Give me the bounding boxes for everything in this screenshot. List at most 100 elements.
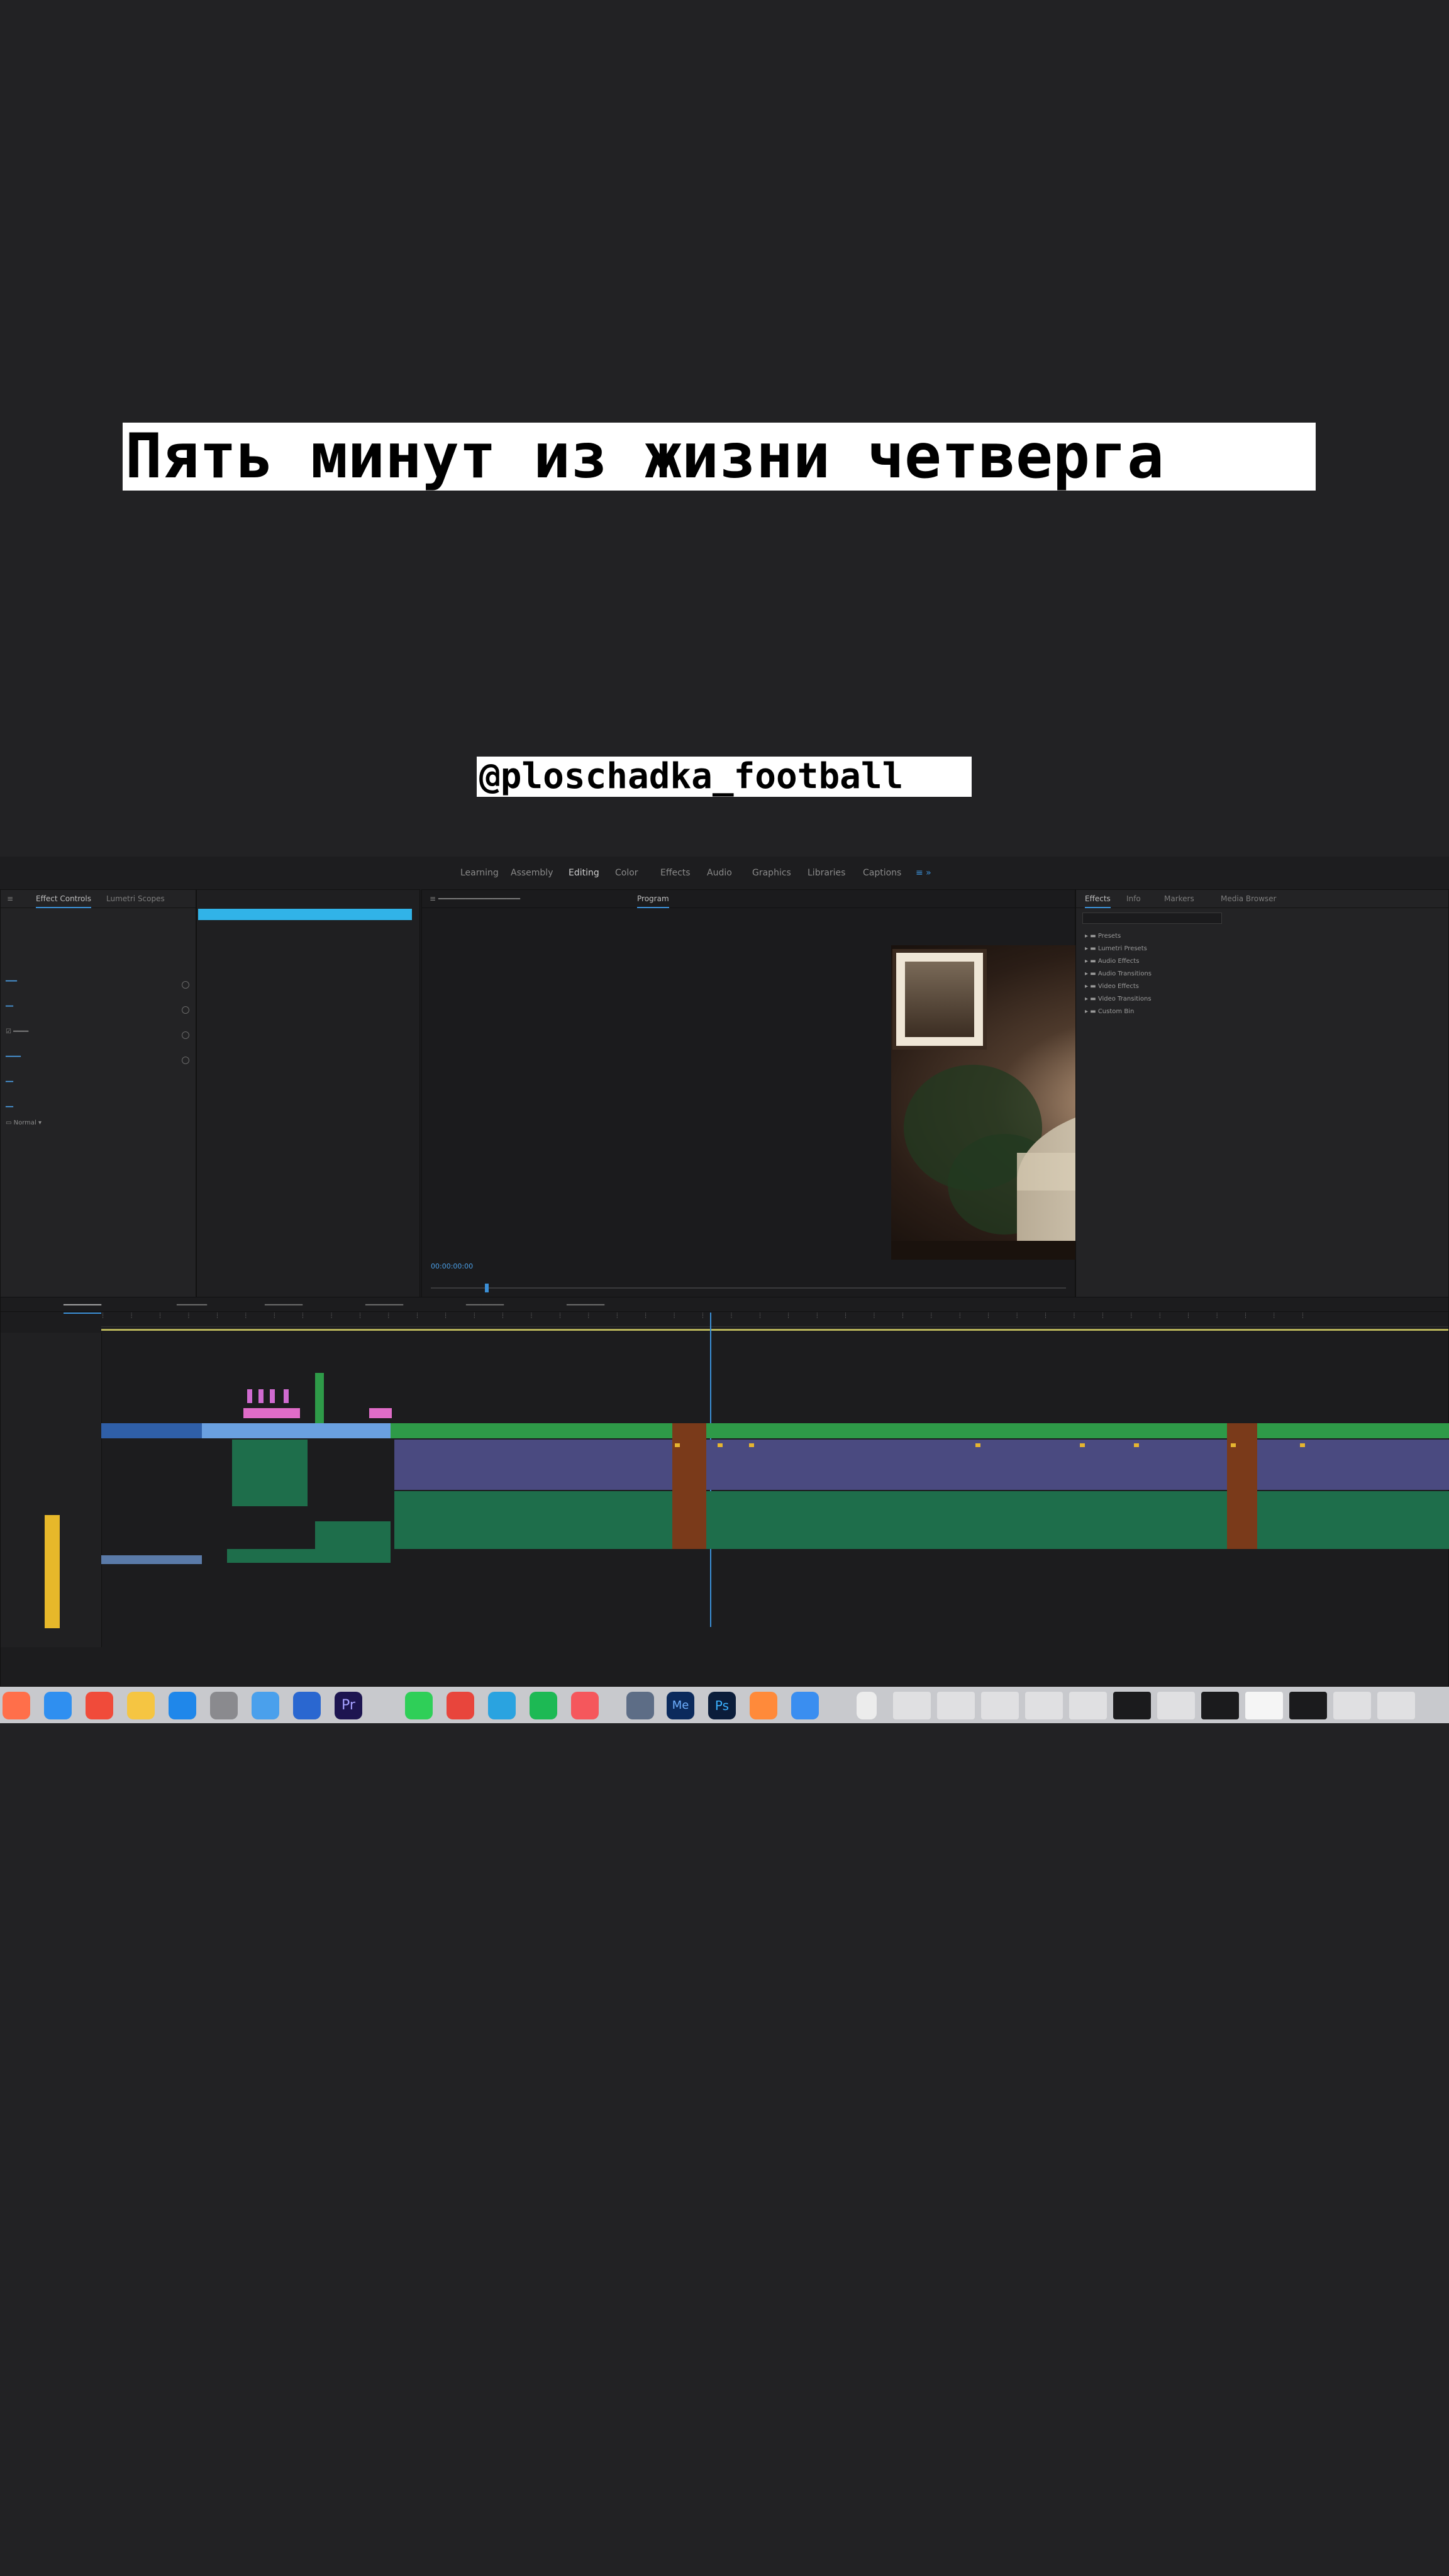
workspace-tab[interactable]: Graphics [752, 868, 791, 878]
audio-clip[interactable] [394, 1491, 672, 1549]
tab-media-browser[interactable]: Media Browser [1221, 894, 1276, 903]
effects-folder[interactable]: ▸ ▬ Audio Effects [1085, 955, 1152, 968]
clip-marker[interactable] [1300, 1443, 1305, 1447]
workspace-tab[interactable]: Audio [707, 868, 732, 878]
workspace-tab[interactable]: Libraries [808, 868, 845, 878]
tab-sequence[interactable]: ━━━━━━━━━━ [265, 1302, 303, 1309]
appstore-icon[interactable] [169, 1692, 196, 1719]
effects-folder[interactable]: ▸ ▬ Presets [1085, 930, 1152, 943]
program-playhead[interactable] [485, 1284, 489, 1292]
audio-clip[interactable] [232, 1440, 308, 1506]
graphic-clip[interactable] [270, 1389, 275, 1403]
reset-icon[interactable] [182, 1057, 189, 1064]
minimized-window[interactable] [1377, 1692, 1415, 1719]
minimized-window[interactable] [893, 1692, 931, 1719]
tab-info[interactable]: Info [1126, 894, 1141, 903]
minimized-window[interactable] [1289, 1692, 1327, 1719]
whatsapp-icon[interactable] [405, 1692, 433, 1719]
video-clip[interactable] [202, 1423, 391, 1438]
tab-source[interactable]: ≡ [7, 894, 13, 903]
maps-icon[interactable] [252, 1692, 279, 1719]
transition-block[interactable] [1227, 1423, 1257, 1549]
program-scrubber[interactable] [431, 1287, 1066, 1289]
ec-clip-bar[interactable] [198, 909, 412, 920]
workspace-tab[interactable]: Learning [460, 868, 499, 878]
reset-icon[interactable] [182, 1006, 189, 1014]
calendar-icon[interactable] [86, 1692, 113, 1719]
tab-program[interactable]: Program [637, 894, 669, 908]
audio-track-targets[interactable] [45, 1515, 60, 1628]
minimized-window[interactable] [1201, 1692, 1239, 1719]
premiere-icon[interactable]: Pr [335, 1692, 362, 1719]
workspace-menu-icon[interactable]: ≡ » [916, 868, 931, 878]
audio-clip[interactable] [315, 1521, 391, 1549]
minimized-window[interactable] [981, 1692, 1019, 1719]
program-timecode[interactable]: 00:00:00:00 [431, 1262, 473, 1270]
media-encoder-icon[interactable]: Me [667, 1692, 694, 1719]
tab-sequence[interactable]: ━━━━━━━━━━ [466, 1302, 504, 1309]
graphic-clip[interactable] [247, 1389, 252, 1403]
clip-marker[interactable] [975, 1443, 980, 1447]
preview-icon[interactable] [626, 1692, 654, 1719]
audio-clip[interactable] [706, 1440, 1227, 1490]
video-track-v1[interactable] [391, 1423, 1449, 1438]
audio-clip[interactable] [1257, 1491, 1449, 1549]
workspace-tab[interactable]: Effects [660, 868, 691, 878]
tab-markers[interactable]: Markers [1164, 894, 1194, 903]
tab-sequence[interactable]: ━━━━━━━━ [177, 1302, 207, 1309]
effects-folder[interactable]: ▸ ▬ Video Effects [1085, 980, 1152, 993]
minimized-window[interactable] [937, 1692, 975, 1719]
settings-icon[interactable] [210, 1692, 238, 1719]
time-ruler[interactable]: ┊┊┊┊┊┊┊┊┊┊┊┊┊┊┊┊┊┊┊┊┊┊┊┊┊┊┊┊┊┊┊┊┊┊┊┊┊┊┊┊… [101, 1313, 1448, 1327]
minimized-window[interactable] [1157, 1692, 1195, 1719]
workspace-tab[interactable]: Captions [863, 868, 901, 878]
tab-sequence[interactable]: ━━━━━━━━━━ [64, 1302, 102, 1314]
tab-sequence[interactable]: ━━━━━━━━━━ [365, 1302, 403, 1309]
tab-effects[interactable]: Effects [1085, 894, 1111, 908]
clip-marker[interactable] [749, 1443, 754, 1447]
audio-clip[interactable] [227, 1549, 391, 1563]
tab-source-monitor[interactable]: ≡ ━━━━━━━━━━━━━━━━━━ [430, 894, 520, 903]
finder-icon[interactable] [3, 1692, 30, 1719]
minimized-window[interactable] [1025, 1692, 1063, 1719]
workspace-tab[interactable]: Color [615, 868, 638, 878]
clip-marker[interactable] [718, 1443, 723, 1447]
effects-search-input[interactable] [1082, 913, 1222, 924]
video-clip[interactable] [101, 1423, 202, 1438]
clip-marker[interactable] [1080, 1443, 1085, 1447]
audio-clip[interactable] [706, 1491, 1227, 1549]
transition-block[interactable] [672, 1423, 706, 1549]
photoshop-icon[interactable]: Ps [708, 1692, 736, 1719]
clip-marker[interactable] [1134, 1443, 1139, 1447]
workspace-tab-active[interactable]: Editing [569, 868, 599, 878]
effects-folder[interactable]: ▸ ▬ Audio Transitions [1085, 968, 1152, 980]
telegram-icon[interactable] [488, 1692, 516, 1719]
music-icon[interactable] [571, 1692, 599, 1719]
reset-icon[interactable] [182, 981, 189, 989]
effects-folder[interactable]: ▸ ▬ Lumetri Presets [1085, 943, 1152, 955]
spotify-icon[interactable] [530, 1692, 557, 1719]
photos-icon[interactable] [750, 1692, 777, 1719]
graphic-clip[interactable] [243, 1408, 300, 1418]
downloads-icon[interactable] [857, 1692, 877, 1719]
safari2-icon[interactable] [791, 1692, 819, 1719]
graphic-clip[interactable] [284, 1389, 289, 1403]
audio-clip[interactable] [394, 1440, 672, 1490]
tab-lumetri-scopes[interactable]: Lumetri Scopes [106, 894, 165, 903]
clip-marker[interactable] [675, 1443, 680, 1447]
minimized-window[interactable] [1113, 1692, 1151, 1719]
workspace-tab[interactable]: Assembly [511, 868, 553, 878]
tab-sequence[interactable]: ━━━━━━━━━━ [567, 1302, 604, 1309]
audio-clip[interactable] [1257, 1440, 1449, 1490]
effects-folder[interactable]: ▸ ▬ Video Transitions [1085, 993, 1152, 1006]
clip-marker[interactable] [1231, 1443, 1236, 1447]
notes-icon[interactable] [127, 1692, 155, 1719]
safari-icon[interactable] [44, 1692, 72, 1719]
audio-clip[interactable] [101, 1555, 202, 1564]
video-clip[interactable] [315, 1373, 324, 1423]
chrome-icon[interactable] [447, 1692, 474, 1719]
tab-effect-controls[interactable]: Effect Controls [36, 894, 91, 908]
reset-icon[interactable] [182, 1031, 189, 1039]
graphic-clip[interactable] [369, 1408, 392, 1418]
minimized-window[interactable] [1069, 1692, 1107, 1719]
